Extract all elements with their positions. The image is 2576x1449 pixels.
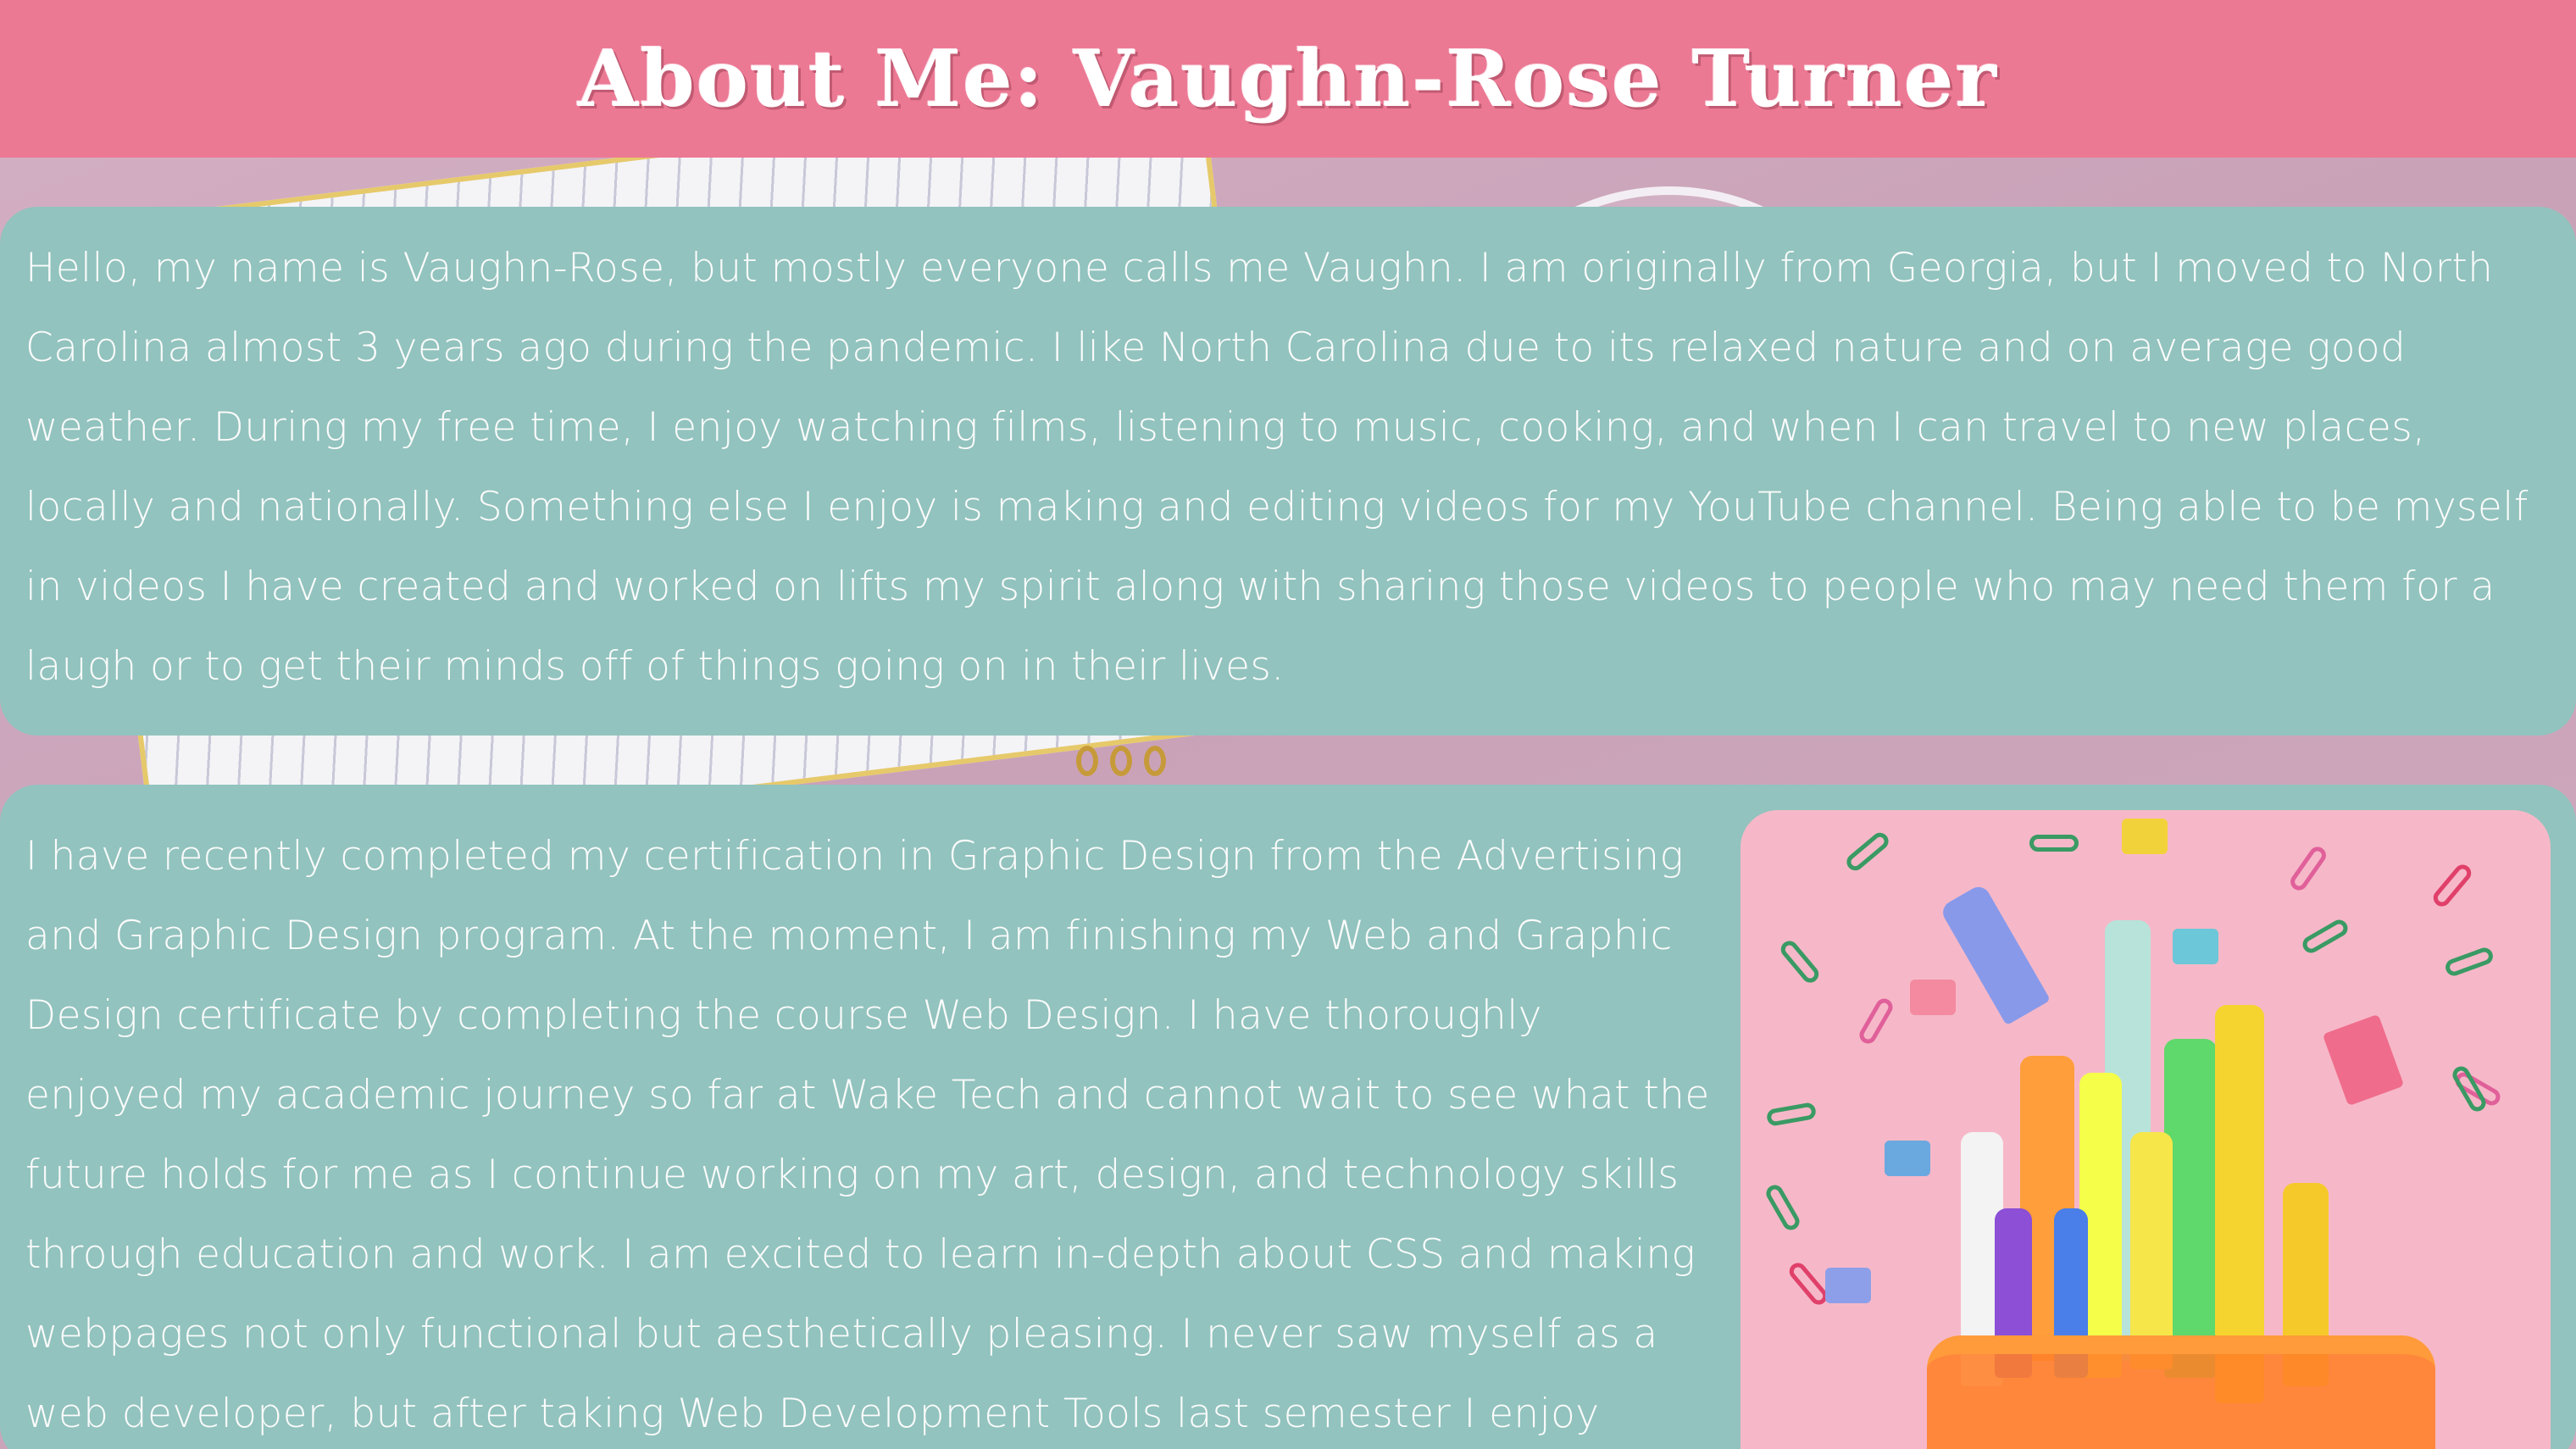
eraser-shape: [2322, 1013, 2405, 1107]
paperclip-shape: [2287, 843, 2329, 894]
highlighter-shape: [2130, 1132, 2173, 1369]
paperclip-shape: [2443, 945, 2496, 979]
intro-paragraph: Hello, my name is Vaughn-Rose, but mostl…: [25, 245, 2529, 690]
paperclip-shape: [1763, 1181, 1803, 1234]
paperclip-shape: [1777, 937, 1823, 986]
notebook-coil: [1144, 746, 1166, 776]
paperclip-shape: [1856, 995, 1896, 1047]
paperclip-shape: [1843, 829, 1892, 874]
paperclip-shape: [2029, 835, 2079, 852]
binder-clip-shape: [2173, 929, 2218, 964]
binder-clip-shape: [1825, 1268, 1871, 1303]
education-paragraph: I have recently completed my certificati…: [25, 833, 1710, 1437]
notebook-coil: [1076, 746, 1098, 776]
binder-clip-shape: [1910, 980, 1956, 1015]
paperclip-shape: [2429, 861, 2475, 910]
pencil-pouch-shape: [1927, 1335, 2435, 1449]
paperclip-shape: [1765, 1102, 1818, 1127]
paperclip-shape: [1785, 1259, 1831, 1308]
school-supplies-photo: [1740, 810, 2551, 1449]
binder-clip-shape: [1885, 1141, 1930, 1176]
page-header: About Me: Vaughn-Rose Turner: [0, 0, 2576, 158]
binder-clip-shape: [2122, 819, 2168, 854]
intro-card: Hello, my name is Vaughn-Rose, but mostl…: [0, 207, 2576, 736]
page-title: About Me: Vaughn-Rose Turner: [577, 33, 1999, 125]
notebook-coil: [1110, 746, 1132, 776]
paperclip-shape: [2299, 916, 2351, 957]
